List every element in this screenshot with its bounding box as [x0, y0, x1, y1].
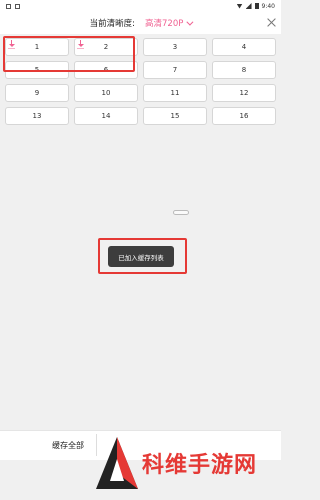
battery-icon [254, 3, 259, 9]
episode-label: 4 [241, 43, 247, 51]
episode-button[interactable]: 15 [143, 107, 207, 125]
episode-button[interactable]: 14 [74, 107, 138, 125]
episode-label: 6 [103, 66, 109, 74]
episode-button[interactable]: 3 [143, 38, 207, 56]
status-bar: 9:40 [0, 0, 281, 12]
episode-button[interactable]: 1 [5, 38, 69, 56]
episode-label: 12 [239, 89, 249, 97]
status-time: 9:40 [261, 2, 275, 10]
episode-button[interactable]: 6 [74, 61, 138, 79]
download-icon [8, 40, 15, 49]
watermark-text: 科维手游网 [142, 452, 258, 478]
episode-label: 16 [239, 112, 249, 120]
watermark-logo-icon [94, 433, 140, 493]
toast-message: 已加入缓存列表 [108, 246, 174, 267]
episode-label: 2 [103, 43, 109, 51]
signal-icon [245, 3, 252, 9]
watermark: 科维手游网 [94, 425, 281, 500]
episode-button[interactable]: 2 [74, 38, 138, 56]
episode-label: 15 [170, 112, 180, 120]
wifi-icon [236, 3, 243, 9]
quality-label: 当前清晰度: [89, 19, 135, 29]
episode-label: 3 [172, 43, 178, 51]
episode-button[interactable]: 5 [5, 61, 69, 79]
episode-grid: 1 2 3 4 5 6 7 8 9 10 11 12 13 14 15 16 [5, 38, 276, 125]
scroll-handle[interactable] [173, 210, 189, 215]
episode-button[interactable]: 12 [212, 84, 276, 102]
episode-button[interactable]: 9 [5, 84, 69, 102]
chevron-down-icon [186, 18, 194, 26]
episode-label: 8 [241, 66, 247, 74]
notification-icon [6, 3, 11, 9]
episode-label: 14 [101, 112, 111, 120]
episode-button[interactable]: 10 [74, 84, 138, 102]
episode-label: 9 [34, 89, 40, 97]
quality-selector[interactable]: 高清720P [145, 17, 194, 29]
download-icon [77, 40, 84, 49]
episode-label: 7 [172, 66, 178, 74]
episode-button[interactable]: 7 [143, 61, 207, 79]
episode-button[interactable]: 4 [212, 38, 276, 56]
episode-label: 10 [101, 89, 111, 97]
episode-label: 11 [170, 89, 180, 97]
episode-label: 5 [34, 66, 40, 74]
quality-value: 高清720P [145, 19, 184, 29]
close-icon[interactable] [264, 15, 278, 29]
notification-icon-2 [15, 3, 20, 9]
cache-all-button[interactable]: 缓存全部 [52, 440, 96, 451]
episode-button[interactable]: 11 [143, 84, 207, 102]
episode-button[interactable]: 16 [212, 107, 276, 125]
quality-header: 当前清晰度: 高清720P [0, 12, 281, 34]
episode-label: 13 [32, 112, 42, 120]
episode-button[interactable]: 8 [212, 61, 276, 79]
status-left [6, 3, 20, 9]
episode-button[interactable]: 13 [5, 107, 69, 125]
status-right: 9:40 [236, 2, 275, 10]
episode-label: 1 [34, 43, 40, 51]
